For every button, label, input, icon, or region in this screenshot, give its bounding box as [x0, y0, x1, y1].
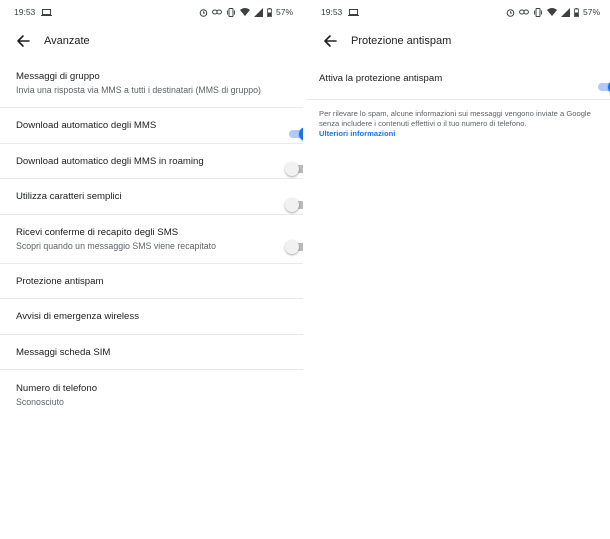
back-arrow-icon[interactable] — [321, 32, 339, 50]
setting-group-messages[interactable]: Messaggi di gruppo Invia una risposta vi… — [0, 58, 303, 108]
alarm-icon — [199, 8, 208, 17]
vibrate-icon — [226, 7, 236, 17]
setting-title: Ricevi conferme di recapito degli SMS — [16, 227, 179, 238]
setting-subtitle: Invia una risposta via MMS a tutti i des… — [16, 84, 261, 95]
setting-title: Download automatico degli MMS in roaming — [16, 155, 204, 167]
spam-protection-screen: 19:53 57% Protezione antispam Attiva la … — [307, 0, 610, 539]
app-bar: Protezione antispam — [307, 24, 610, 58]
setting-simple-characters[interactable]: Utilizza caratteri semplici — [0, 179, 303, 215]
status-time: 19:53 — [321, 7, 343, 17]
learn-more-link[interactable]: Ulteriori informazioni — [319, 129, 598, 139]
signal-icon — [253, 7, 263, 17]
laptop-icon — [348, 8, 360, 16]
page-title: Avanzate — [44, 35, 90, 47]
wifi-icon — [546, 8, 557, 16]
alarm-icon — [506, 8, 515, 17]
back-arrow-icon[interactable] — [14, 32, 32, 50]
setting-subtitle: Scopri quando un messaggio SMS viene rec… — [16, 241, 217, 251]
setting-enable-spam-protection[interactable]: Attiva la protezione antispam — [307, 58, 610, 100]
setting-auto-download-mms-roaming[interactable]: Download automatico degli MMS in roaming — [0, 144, 303, 179]
battery-level: 57% — [275, 7, 293, 17]
advanced-settings-screen: 19:53 57% Avanzate Messaggi di gruppo In… — [0, 0, 303, 539]
status-bar: 19:53 57% — [307, 0, 610, 24]
setting-sim-messages[interactable]: Messaggi scheda SIM — [0, 335, 303, 370]
battery-icon — [574, 7, 579, 17]
setting-title: Download automatico degli MMS — [16, 120, 157, 131]
setting-title: Messaggi di gruppo — [16, 70, 100, 82]
link-icon — [519, 8, 529, 16]
page-title: Protezione antispam — [351, 35, 452, 47]
setting-title: Messaggi scheda SIM — [16, 346, 111, 358]
vibrate-icon — [533, 7, 543, 17]
setting-title: Avvisi di emergenza wireless — [16, 311, 139, 322]
link-icon — [212, 8, 222, 16]
status-time: 19:53 — [14, 7, 36, 17]
setting-title: Attiva la protezione antispam — [319, 73, 443, 84]
description-text: Per rilevare lo spam, alcune informazion… — [319, 109, 591, 128]
settings-list: Messaggi di gruppo Invia una risposta vi… — [0, 58, 303, 420]
signal-icon — [560, 7, 570, 17]
setting-phone-number[interactable]: Numero di telefono Sconosciuto — [0, 370, 303, 420]
battery-icon — [267, 7, 272, 17]
setting-title: Numero di telefono — [16, 383, 98, 394]
setting-wireless-emergency-alerts[interactable]: Avvisi di emergenza wireless — [0, 299, 303, 335]
wifi-icon — [239, 8, 250, 16]
battery-level: 57% — [582, 7, 600, 17]
setting-subtitle: Sconosciuto — [16, 397, 64, 407]
app-bar: Avanzate — [0, 24, 303, 58]
setting-sms-delivery-reports[interactable]: Ricevi conferme di recapito degli SMS Sc… — [0, 215, 303, 264]
status-bar: 19:53 57% — [0, 0, 303, 24]
setting-title: Protezione antispam — [16, 275, 104, 287]
spam-description: Per rilevare lo spam, alcune informazion… — [307, 100, 610, 139]
setting-spam-protection[interactable]: Protezione antispam — [0, 264, 303, 299]
setting-auto-download-mms[interactable]: Download automatico degli MMS — [0, 108, 303, 144]
laptop-icon — [41, 8, 53, 16]
setting-title: Utilizza caratteri semplici — [16, 191, 122, 202]
